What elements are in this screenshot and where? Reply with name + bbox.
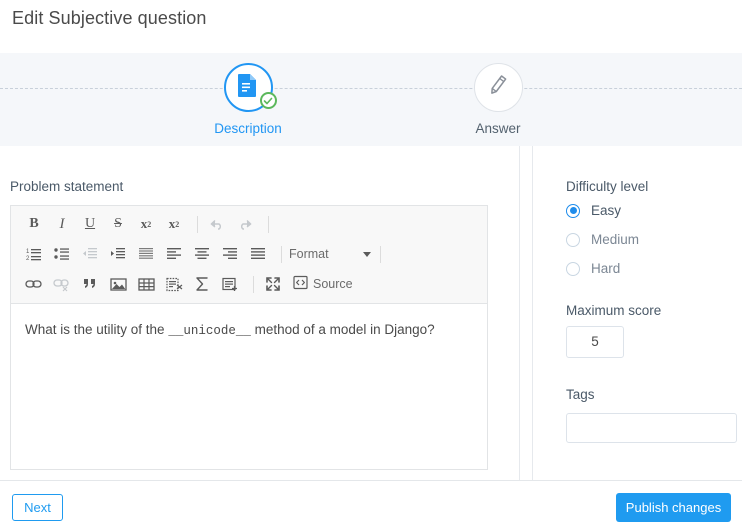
radio-label: Easy (591, 203, 622, 218)
difficulty-level-label: Difficulty level (566, 179, 649, 194)
unlink-icon[interactable] (50, 272, 74, 296)
tags-input[interactable] (566, 413, 737, 443)
link-icon[interactable] (22, 272, 46, 296)
align-center-icon[interactable] (190, 242, 214, 266)
toolbar-row-2: 1 2 Format (11, 239, 487, 269)
code-block-icon[interactable] (162, 272, 186, 296)
editor-text-suffix: method of a model in Django? (250, 322, 435, 337)
toolbar-separator (268, 215, 269, 233)
tags-label: Tags (566, 387, 595, 402)
radio-difficulty-easy[interactable]: Easy (566, 203, 621, 218)
table-icon[interactable] (134, 272, 158, 296)
bulleted-list-icon[interactable] (50, 242, 74, 266)
step-answer[interactable]: Answer (438, 63, 558, 136)
toolbar-row-3: Source (11, 269, 487, 299)
step-answer-circle[interactable] (473, 63, 523, 112)
step-description[interactable]: Description (188, 63, 308, 136)
radio-button-icon (566, 203, 580, 218)
svg-text:2: 2 (26, 256, 30, 262)
problem-statement-card: Problem statement B I U S x2 x2 1 2 Form… (0, 146, 520, 480)
source-label: Source (313, 277, 353, 291)
publish-changes-button[interactable]: Publish changes (616, 493, 731, 522)
editor-text-code: __unicode__ (168, 324, 251, 338)
strikethrough-icon[interactable]: S (106, 212, 130, 236)
superscript-icon[interactable]: x2 (162, 212, 186, 236)
source-button[interactable]: Source (293, 272, 353, 296)
maximum-score-input[interactable]: 5 (566, 326, 624, 358)
editor-content-area[interactable]: What is the utility of the __unicode__ m… (11, 304, 487, 357)
stepper-connector-line (0, 88, 742, 89)
toolbar-separator (281, 245, 282, 263)
toolbar-row-1: B I U S x2 x2 (11, 209, 487, 239)
editor-text-prefix: What is the utility of the (25, 322, 169, 337)
maximize-icon[interactable] (261, 272, 285, 296)
math-sigma-icon[interactable] (190, 272, 214, 296)
toolbar-separator (253, 275, 254, 293)
toolbar-separator (379, 245, 381, 263)
footer-bar: Next Publish changes (0, 480, 742, 529)
radio-button-icon (566, 232, 580, 247)
step-description-circle[interactable] (223, 63, 277, 112)
numbered-list-icon[interactable]: 1 2 (22, 242, 46, 266)
maximum-score-label: Maximum score (566, 303, 662, 318)
editor-toolbar: B I U S x2 x2 1 2 Format Source (11, 206, 487, 304)
decrease-indent-icon[interactable] (78, 242, 102, 266)
problem-statement-label: Problem statement (10, 179, 124, 194)
format-dropdown[interactable]: Format (289, 247, 371, 261)
radio-difficulty-medium[interactable]: Medium (566, 232, 639, 247)
blockquote-icon[interactable] (78, 272, 102, 296)
next-button[interactable]: Next (12, 494, 63, 521)
increase-indent-icon[interactable] (106, 242, 130, 266)
align-justify-icon[interactable] (246, 242, 270, 266)
redo-icon[interactable] (233, 212, 257, 236)
format-dropdown-label: Format (289, 247, 329, 261)
insert-template-icon[interactable] (218, 272, 242, 296)
radio-label: Hard (591, 261, 621, 276)
underline-icon[interactable]: U (78, 212, 102, 236)
source-code-icon (293, 275, 309, 293)
svg-text:1: 1 (26, 249, 30, 255)
align-block-icon[interactable] (134, 242, 158, 266)
italic-icon[interactable]: I (50, 212, 74, 236)
step-answer-label: Answer (475, 121, 521, 136)
page-title: Edit Subjective question (12, 8, 207, 28)
chevron-down-icon (362, 251, 371, 257)
step-description-label: Description (214, 121, 282, 136)
document-icon (237, 73, 259, 102)
check-badge-icon (259, 92, 277, 109)
subscript-icon[interactable]: x2 (134, 212, 158, 236)
align-left-icon[interactable] (162, 242, 186, 266)
pencil-icon (486, 73, 510, 102)
image-icon[interactable] (106, 272, 130, 296)
stepper: Description Answer (0, 53, 742, 146)
radio-label: Medium (591, 232, 640, 247)
radio-button-icon (566, 261, 580, 276)
toolbar-separator (197, 215, 198, 233)
undo-icon[interactable] (205, 212, 229, 236)
settings-card: Difficulty level Easy Medium Hard Maximu… (532, 146, 742, 480)
align-right-icon[interactable] (218, 242, 242, 266)
radio-difficulty-hard[interactable]: Hard (566, 261, 620, 276)
rich-text-editor[interactable]: B I U S x2 x2 1 2 Format Source What is … (10, 205, 488, 470)
bold-icon[interactable]: B (22, 212, 46, 236)
